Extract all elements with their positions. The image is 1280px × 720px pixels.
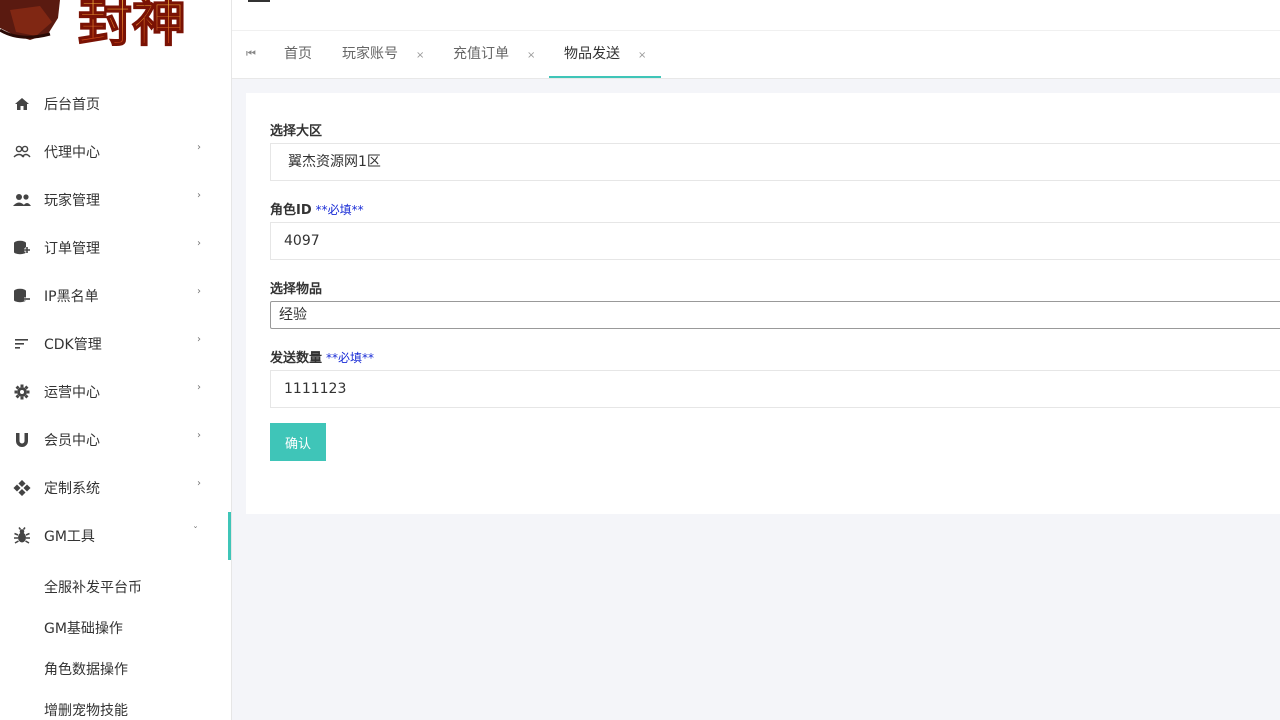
required-hint: **必填**	[326, 351, 375, 365]
confirm-button[interactable]: 确认	[270, 423, 326, 461]
sidebar-item-ip-blacklist[interactable]: IP黑名单 ›	[0, 272, 231, 320]
sidebar-item-operations-center[interactable]: 运营中心 ›	[0, 368, 231, 416]
tab-scroll-left-icon[interactable]: ⏮	[246, 47, 256, 61]
menu-toggle-icon[interactable]	[248, 0, 270, 4]
quantity-input[interactable]: 1111123	[270, 370, 1280, 408]
region-select[interactable]: 翼杰资源网1区	[270, 143, 1280, 181]
tab-home[interactable]: 首页	[284, 31, 312, 78]
svg-text:封神: 封神	[78, 0, 186, 53]
tab-label: 物品发送	[564, 46, 620, 62]
chevron-right-icon: ›	[197, 286, 201, 297]
item-label: 选择物品	[270, 278, 322, 297]
logo-image: 封神	[0, 0, 187, 54]
magnet-icon	[12, 430, 32, 450]
item-select[interactable]: 经验	[270, 301, 1280, 329]
sidebar-item-gm-tools[interactable]: GM工具 ˇ	[0, 512, 231, 560]
tab-recharge-orders[interactable]: 充值订单 ×	[453, 31, 535, 78]
tab-label: 首页	[284, 46, 312, 62]
sidebar-item-label: 后台首页	[44, 97, 100, 113]
sidebar-item-custom-system[interactable]: 定制系统 ›	[0, 464, 231, 512]
chevron-right-icon: ›	[197, 142, 201, 153]
submenu-item-gm-basic-ops[interactable]: GM基础操作	[0, 609, 231, 650]
role-id-label-text: 角色ID	[270, 203, 312, 218]
sidebar-item-player-management[interactable]: 玩家管理 ›	[0, 176, 231, 224]
sidebar-item-label: IP黑名单	[44, 289, 99, 305]
tab-label: 充值订单	[453, 46, 509, 62]
tab-bar: ⏮ 首页 玩家账号 × 充值订单 × 物品发送 ×	[232, 30, 1280, 79]
submenu-item-role-data-ops[interactable]: 角色数据操作	[0, 650, 231, 691]
required-hint: **必填**	[315, 203, 364, 217]
sidebar-menu: 后台首页 代理中心 › 玩家管理 › 订单管理 › IP黑名单 › CDK管理 …	[0, 80, 231, 560]
sidebar-item-label: CDK管理	[44, 337, 102, 353]
submenu-item-pet-skills[interactable]: 增删宠物技能	[0, 691, 231, 720]
sidebar: 封神 后台首页 代理中心 › 玩家管理 › 订单管理 › IP黑名单 › CDK…	[0, 0, 232, 720]
sidebar-item-label: GM工具	[44, 529, 95, 545]
sidebar-item-label: 定制系统	[44, 481, 100, 497]
database-minus-icon	[12, 286, 32, 306]
gear-icon	[12, 382, 32, 402]
role-id-label: 角色ID **必填**	[270, 199, 364, 218]
tab-close-icon[interactable]: ×	[416, 50, 424, 61]
logo[interactable]: 封神	[0, 0, 231, 60]
sidebar-item-label: 运营中心	[44, 385, 100, 401]
submenu-item-server-reissue-coins[interactable]: 全服补发平台币	[0, 568, 231, 609]
tab-close-icon[interactable]: ×	[638, 50, 646, 61]
chevron-right-icon: ›	[197, 382, 201, 393]
region-label: 选择大区	[270, 120, 322, 139]
database-plus-icon	[12, 238, 32, 258]
chevron-right-icon: ›	[197, 238, 201, 249]
gamepad-icon	[12, 478, 32, 498]
tab-item-send[interactable]: 物品发送 ×	[549, 31, 662, 78]
top-header	[232, 0, 1280, 30]
home-icon	[12, 94, 32, 114]
sidebar-item-label: 订单管理	[44, 241, 100, 257]
chevron-right-icon: ›	[197, 430, 201, 441]
chevron-down-icon: ˇ	[193, 526, 198, 537]
sidebar-item-agent-center[interactable]: 代理中心 ›	[0, 128, 231, 176]
sidebar-item-cdk-management[interactable]: CDK管理 ›	[0, 320, 231, 368]
tab-label: 玩家账号	[342, 46, 398, 62]
sidebar-item-member-center[interactable]: 会员中心 ›	[0, 416, 231, 464]
sidebar-item-label: 玩家管理	[44, 193, 100, 209]
sidebar-item-dashboard[interactable]: 后台首页	[0, 80, 231, 128]
chevron-right-icon: ›	[197, 478, 201, 489]
quantity-label: 发送数量 **必填**	[270, 347, 374, 366]
item-send-form: 选择大区 翼杰资源网1区 角色ID **必填** 4097 选择物品 经验 发送数…	[246, 93, 1280, 514]
sidebar-item-order-management[interactable]: 订单管理 ›	[0, 224, 231, 272]
users-outline-icon	[12, 142, 32, 162]
role-id-input[interactable]: 4097	[270, 222, 1280, 260]
tab-player-accounts[interactable]: 玩家账号 ×	[342, 31, 424, 78]
sidebar-item-label: 会员中心	[44, 433, 100, 449]
tab-close-icon[interactable]: ×	[527, 50, 535, 61]
people-icon	[12, 190, 32, 210]
chevron-right-icon: ›	[197, 190, 201, 201]
chevron-right-icon: ›	[197, 334, 201, 345]
quantity-label-text: 发送数量	[270, 351, 323, 366]
sort-lines-icon	[12, 334, 32, 354]
item-label-text: 选择物品	[270, 282, 323, 297]
region-label-text: 选择大区	[270, 124, 323, 139]
gm-tools-submenu: 全服补发平台币 GM基础操作 角色数据操作 增删宠物技能	[0, 560, 231, 720]
sidebar-item-label: 代理中心	[44, 145, 100, 161]
bug-icon	[12, 526, 32, 546]
